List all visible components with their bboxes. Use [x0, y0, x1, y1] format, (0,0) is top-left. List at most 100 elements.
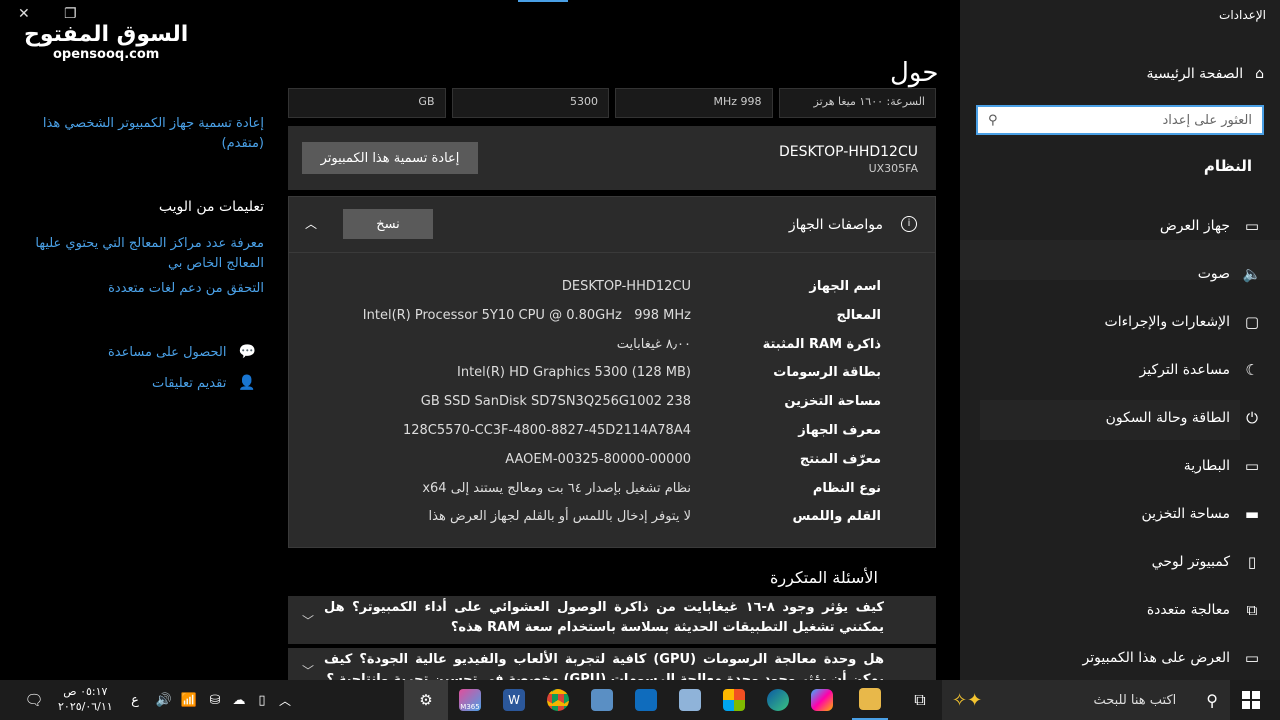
chevron-down-icon[interactable]: ﹀ [302, 662, 314, 679]
show-hidden-icons[interactable]: ︿ [276, 686, 294, 714]
spec-key: ذاكرة RAM المثبتة [762, 336, 881, 352]
nav-item-project[interactable]: ▭ العرض على هذا الكمبيوتر [964, 634, 1264, 682]
nav-item-label: العرض على هذا الكمبيوتر [1082, 650, 1230, 666]
chrome-app-icon[interactable] [544, 686, 572, 714]
task-view-icon[interactable]: ⧉ [906, 686, 934, 714]
nav-item-focus[interactable]: ☾ مساعدة التركيز [964, 346, 1264, 394]
feedback-link[interactable]: 👤 تقديم تعليقات [152, 375, 256, 391]
nav-item-sound[interactable]: 🔈 صوت [964, 250, 1264, 298]
spec-row: المعالج Intel(R) Processor 5Y10 CPU @ 0.8… [289, 306, 935, 335]
spec-key: معرّف المنتج [799, 451, 881, 467]
volume-icon[interactable]: 🔊 [154, 686, 174, 714]
wifi-icon[interactable]: 📶 [178, 686, 200, 714]
nav-item-label: معالجة متعددة [1146, 602, 1230, 618]
spec-row: معرّف المنتج 00325-80000-00000-AAOEM [289, 450, 935, 479]
nav-item-label: كمبيوتر لوحي [1151, 554, 1230, 570]
network-icon[interactable]: ⛁ [204, 686, 226, 714]
nav-section-title: النظام [1203, 157, 1252, 175]
edge-app-icon[interactable] [764, 686, 792, 714]
home-icon: ⌂ [1255, 66, 1264, 82]
faq-question: هل وحدة معالجة الرسومات (GPU) كافية لتجر… [324, 652, 884, 680]
speed-card: 998 MHz [615, 88, 773, 118]
device-specs-panel: i مواصفات الجهاز نسخ ︿ اسم الجهاز DESKTOP… [288, 196, 936, 548]
spec-value: DESKTOP-HHD12CU [561, 279, 691, 294]
get-help-label: الحصول على مساعدة [108, 344, 227, 360]
taskbar-clock[interactable]: ٠٥:١٧ ص ٢٠٢٥/٠٦/١١ [58, 684, 113, 714]
opensooq-watermark: السوق المفتوح opensooq.com [24, 22, 189, 62]
outlook-app-icon[interactable] [632, 686, 660, 714]
spec-value: Intel(R) HD Graphics 5300 (128 MB) [457, 365, 691, 381]
faq-item[interactable]: كيف يؤثر وجود ٨-١٦ غيغابايت من ذاكرة الو… [288, 596, 936, 644]
settings-search[interactable]: ⚲ [976, 105, 1264, 135]
nav-item-multitasking[interactable]: ⧉ معالجة متعددة [964, 586, 1264, 634]
store-app-icon[interactable] [720, 686, 748, 714]
speed-cards: السرعة: ١٦٠٠ ميغا هرتز 998 MHz 5300 GB [288, 88, 936, 118]
settings-window: ✕ ❐ السوق المفتوح opensooq.com إعادة تسم… [0, 0, 1280, 680]
web-help-title: تعليمات من الويب [158, 199, 264, 215]
specs-list: اسم الجهاز DESKTOP-HHD12CU المعالج Intel(R… [289, 277, 935, 536]
taskbar-search-placeholder: اكتب هنا للبحث [1093, 692, 1177, 708]
restore-icon[interactable]: ❐ [64, 6, 77, 22]
speed-card: GB [288, 88, 446, 118]
nav-home[interactable]: ⌂ الصفحة الرئيسية [1147, 62, 1264, 86]
feedback-icon: 👤 [238, 375, 256, 391]
spec-row: ذاكرة RAM المثبتة ٨٫٠٠ غيغابايت [289, 335, 935, 364]
nav-item-tablet[interactable]: ▯ كمبيوتر لوحي [964, 538, 1264, 586]
nav-item-label: الإشعارات والإجراءات [1104, 314, 1230, 330]
3d-viewer-icon[interactable] [676, 686, 704, 714]
m365-badge: M365 [459, 689, 481, 711]
copy-button[interactable]: نسخ [343, 209, 433, 239]
clock-date: ٢٠٢٥/٠٦/١١ [58, 700, 113, 713]
chevron-up-icon[interactable]: ︿ [305, 215, 317, 232]
rename-advanced-link[interactable]: إعادة تسمية جهاز الكمبيوتر الشخصي هذا (م… [24, 114, 264, 154]
spec-key: بطاقة الرسومات [773, 365, 881, 381]
spec-value: نظام تشغيل بإصدار ٦٤ بت ومعالج يستند إلى… [422, 480, 691, 496]
start-icon[interactable] [1242, 691, 1260, 709]
taskbar-search[interactable]: ⚲ اكتب هنا للبحث ✦✧ [942, 680, 1230, 720]
spec-value: Intel(R) Processor 5Y10 CPU @ 0.80GHz 99… [362, 307, 691, 323]
language-indicator[interactable]: ع [126, 686, 144, 714]
device-name: DESKTOP-HHD12CU [778, 144, 918, 160]
nav-item-power[interactable]: ⏻ الطاقة وحالة السكون [964, 394, 1264, 442]
search-input[interactable] [997, 112, 1252, 128]
nav-item-notifications[interactable]: ▢ الإشعارات والإجراءات [964, 298, 1264, 346]
nav-item-display[interactable]: ▭ جهاز العرض [964, 202, 1264, 250]
settings-app-icon[interactable]: ⚙ [404, 680, 448, 720]
multilang-link[interactable]: التحقق من دعم لغات متعددة [24, 279, 264, 299]
get-help-link[interactable]: 💬 الحصول على مساعدة [108, 344, 256, 360]
m365-app-icon[interactable]: M365 [456, 686, 484, 714]
nav-item-label: صوت [1197, 266, 1230, 282]
display-icon: ▭ [1244, 217, 1260, 235]
spec-key: نوع النظام [812, 480, 881, 496]
faq-item[interactable]: هل وحدة معالجة الرسومات (GPU) كافية لتجر… [288, 648, 936, 680]
nav-item-label: مساحة التخزين [1141, 506, 1230, 522]
nav-item-storage[interactable]: ▬ مساحة التخزين [964, 490, 1264, 538]
word-app-icon[interactable]: W [500, 686, 528, 714]
control-panel-icon[interactable] [588, 686, 616, 714]
file-explorer-icon[interactable] [852, 680, 888, 720]
notification-center-icon[interactable]: 🗨 [22, 686, 46, 714]
specs-header[interactable]: i مواصفات الجهاز نسخ ︿ [289, 197, 935, 253]
nav-item-battery[interactable]: ▭ البطارية [964, 442, 1264, 490]
help-icon: 💬 [238, 344, 256, 360]
settings-nav: الإعدادات ⌂ الصفحة الرئيسية ⚲ النظام ▭ جه… [960, 0, 1280, 680]
copilot-app-icon[interactable] [808, 686, 836, 714]
cpu-cores-link[interactable]: معرفة عدد مراكز المعالج التي يحتوي عليها… [24, 234, 264, 274]
spec-row: نوع النظام نظام تشغيل بإصدار ٦٤ بت ومعالج… [289, 479, 935, 508]
rename-pc-button[interactable]: إعادة تسمية هذا الكمبيوتر [302, 142, 478, 174]
faq-title: الأسئلة المتكررة [770, 568, 878, 587]
spec-key: معرف الجهاز [798, 422, 881, 438]
onedrive-icon[interactable]: ☁ [228, 686, 250, 714]
notifications-icon: ▢ [1244, 313, 1260, 331]
feedback-label: تقديم تعليقات [152, 375, 227, 391]
taskbar: 🗨 ٠٥:١٧ ص ٢٠٢٥/٠٦/١١ ع 🔊 📶 ⛁ ☁ ▯ ︿ ⚙ M36… [0, 680, 1280, 720]
speed-card: 5300 [451, 88, 609, 118]
battery-tray-icon[interactable]: ▯ [252, 686, 272, 714]
faq-question: كيف يؤثر وجود ٨-١٦ غيغابايت من ذاكرة الو… [324, 600, 884, 635]
chevron-down-icon[interactable]: ﹀ [302, 612, 314, 629]
scroll-indicator [518, 0, 568, 2]
spec-key: القلم واللمس [792, 509, 881, 525]
close-icon[interactable]: ✕ [18, 6, 30, 22]
device-model: UX305FA [868, 162, 918, 175]
spec-row: القلم واللمس لا يتوفر إدخال باللمس أو بال… [289, 507, 935, 536]
